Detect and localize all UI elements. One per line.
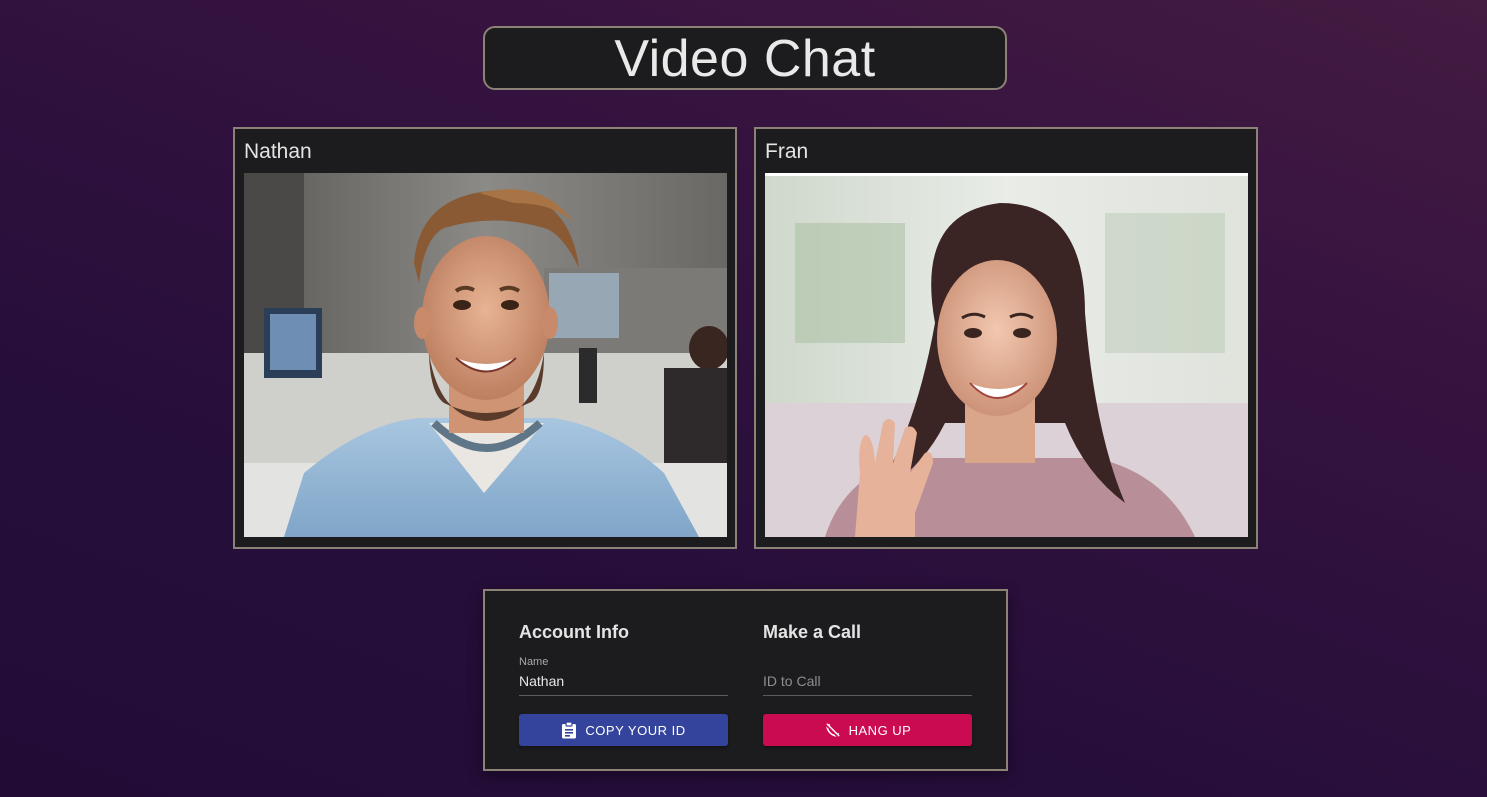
title-box: Video Chat	[483, 26, 1007, 90]
page-title: Video Chat	[614, 30, 876, 88]
account-info-section: Account Info Name COPY YOUR ID	[519, 623, 728, 746]
video-image-remote	[765, 173, 1248, 537]
name-field-label: Name	[519, 656, 549, 668]
make-call-heading: Make a Call	[763, 622, 862, 642]
video-name-remote: Fran	[765, 140, 809, 163]
make-call-section: Make a Call HANG UP	[763, 623, 972, 746]
video-panel-remote: Fran	[754, 127, 1258, 549]
name-field: Name	[519, 657, 728, 696]
video-panel-local: Nathan	[233, 127, 737, 549]
copy-id-button[interactable]: COPY YOUR ID	[519, 714, 728, 746]
controls-panel: Account Info Name COPY YOUR ID Make a Ca…	[483, 589, 1008, 771]
id-to-call-field	[763, 657, 972, 696]
video-feed-remote	[765, 173, 1248, 537]
video-image-local	[244, 173, 727, 537]
hang-up-button-label: HANG UP	[848, 722, 912, 738]
hang-up-button[interactable]: HANG UP	[763, 714, 972, 746]
id-to-call-input[interactable]	[763, 672, 972, 690]
video-name-local: Nathan	[244, 140, 312, 163]
account-info-heading: Account Info	[519, 622, 629, 642]
name-input[interactable]	[519, 672, 728, 690]
phone-disabled-icon	[824, 722, 840, 738]
clipboard-icon	[562, 721, 577, 739]
copy-id-button-label: COPY YOUR ID	[585, 722, 686, 738]
video-feed-local	[244, 173, 727, 537]
